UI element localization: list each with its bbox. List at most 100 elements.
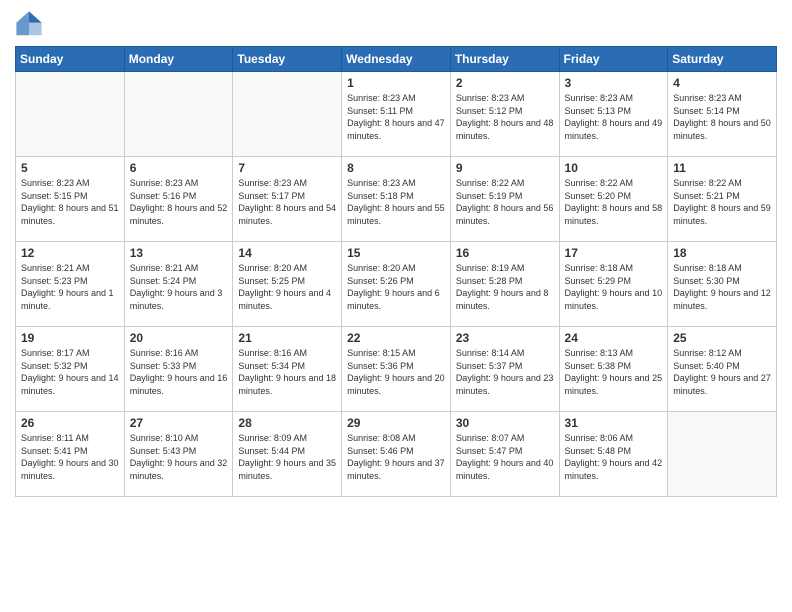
day-number: 27 <box>130 416 228 430</box>
day-number: 26 <box>21 416 119 430</box>
calendar-cell: 24 Sunrise: 8:13 AM Sunset: 5:38 PM Dayli… <box>559 327 668 412</box>
day-header-thursday: Thursday <box>450 47 559 72</box>
day-number: 25 <box>673 331 771 345</box>
week-row-2: 12Sunrise: 8:21 AM Sunset: 5:23 PM Dayli… <box>16 242 777 327</box>
calendar-cell: 25 Sunrise: 8:12 AM Sunset: 5:40 PM Dayli… <box>668 327 777 412</box>
day-info: Sunrise: 8:23 AM Sunset: 5:12 PM Dayligh… <box>456 92 554 142</box>
day-info: Sunrise: 8:23 AM Sunset: 5:17 PM Dayligh… <box>238 177 336 227</box>
calendar-cell: 1 Sunrise: 8:23 AM Sunset: 5:11 PM Daylig… <box>342 72 451 157</box>
day-number: 22 <box>347 331 445 345</box>
calendar-cell: 20 Sunrise: 8:16 AM Sunset: 5:33 PM Dayli… <box>124 327 233 412</box>
day-info: Sunrise: 8:21 AM Sunset: 5:23 PM Dayligh… <box>21 262 119 312</box>
day-header-sunday: Sunday <box>16 47 125 72</box>
day-info: Sunrise: 8:20 AM Sunset: 5:26 PM Dayligh… <box>347 262 445 312</box>
calendar-cell: 12Sunrise: 8:21 AM Sunset: 5:23 PM Dayli… <box>16 242 125 327</box>
day-number: 10 <box>565 161 663 175</box>
day-info: Sunrise: 8:09 AM Sunset: 5:44 PM Dayligh… <box>238 432 336 482</box>
calendar-cell <box>233 72 342 157</box>
day-header-wednesday: Wednesday <box>342 47 451 72</box>
calendar-cell: 17 Sunrise: 8:18 AM Sunset: 5:29 PM Dayli… <box>559 242 668 327</box>
calendar-cell: 26 Sunrise: 8:11 AM Sunset: 5:41 PM Dayli… <box>16 412 125 497</box>
day-number: 6 <box>130 161 228 175</box>
calendar-cell: 22 Sunrise: 8:15 AM Sunset: 5:36 PM Dayli… <box>342 327 451 412</box>
calendar-cell: 27 Sunrise: 8:10 AM Sunset: 5:43 PM Dayli… <box>124 412 233 497</box>
day-number: 11 <box>673 161 771 175</box>
calendar-cell: 13Sunrise: 8:21 AM Sunset: 5:24 PM Dayli… <box>124 242 233 327</box>
logo-icon <box>15 10 43 38</box>
day-number: 24 <box>565 331 663 345</box>
week-row-1: 5 Sunrise: 8:23 AM Sunset: 5:15 PM Daylig… <box>16 157 777 242</box>
logo <box>15 10 47 38</box>
day-info: Sunrise: 8:23 AM Sunset: 5:11 PM Dayligh… <box>347 92 445 142</box>
day-number: 20 <box>130 331 228 345</box>
calendar-cell: 9 Sunrise: 8:22 AM Sunset: 5:19 PM Daylig… <box>450 157 559 242</box>
day-info: Sunrise: 8:23 AM Sunset: 5:15 PM Dayligh… <box>21 177 119 227</box>
calendar-cell: 31Sunrise: 8:06 AM Sunset: 5:48 PM Dayli… <box>559 412 668 497</box>
day-number: 3 <box>565 76 663 90</box>
day-number: 19 <box>21 331 119 345</box>
calendar-cell: 21 Sunrise: 8:16 AM Sunset: 5:34 PM Dayli… <box>233 327 342 412</box>
day-info: Sunrise: 8:22 AM Sunset: 5:19 PM Dayligh… <box>456 177 554 227</box>
week-row-4: 26 Sunrise: 8:11 AM Sunset: 5:41 PM Dayli… <box>16 412 777 497</box>
day-number: 8 <box>347 161 445 175</box>
day-info: Sunrise: 8:16 AM Sunset: 5:34 PM Dayligh… <box>238 347 336 397</box>
day-number: 5 <box>21 161 119 175</box>
day-info: Sunrise: 8:08 AM Sunset: 5:46 PM Dayligh… <box>347 432 445 482</box>
header-row: SundayMondayTuesdayWednesdayThursdayFrid… <box>16 47 777 72</box>
day-number: 28 <box>238 416 336 430</box>
header <box>15 10 777 38</box>
day-info: Sunrise: 8:22 AM Sunset: 5:20 PM Dayligh… <box>565 177 663 227</box>
day-info: Sunrise: 8:12 AM Sunset: 5:40 PM Dayligh… <box>673 347 771 397</box>
day-number: 1 <box>347 76 445 90</box>
calendar-cell: 18Sunrise: 8:18 AM Sunset: 5:30 PM Dayli… <box>668 242 777 327</box>
calendar-table: SundayMondayTuesdayWednesdayThursdayFrid… <box>15 46 777 497</box>
day-info: Sunrise: 8:23 AM Sunset: 5:14 PM Dayligh… <box>673 92 771 142</box>
day-info: Sunrise: 8:20 AM Sunset: 5:25 PM Dayligh… <box>238 262 336 312</box>
day-number: 29 <box>347 416 445 430</box>
week-row-3: 19 Sunrise: 8:17 AM Sunset: 5:32 PM Dayli… <box>16 327 777 412</box>
day-number: 23 <box>456 331 554 345</box>
day-number: 21 <box>238 331 336 345</box>
day-number: 14 <box>238 246 336 260</box>
calendar-cell: 15 Sunrise: 8:20 AM Sunset: 5:26 PM Dayli… <box>342 242 451 327</box>
day-number: 18 <box>673 246 771 260</box>
day-header-saturday: Saturday <box>668 47 777 72</box>
calendar-cell: 16Sunrise: 8:19 AM Sunset: 5:28 PM Dayli… <box>450 242 559 327</box>
calendar-cell: 14 Sunrise: 8:20 AM Sunset: 5:25 PM Dayli… <box>233 242 342 327</box>
day-number: 4 <box>673 76 771 90</box>
day-number: 2 <box>456 76 554 90</box>
day-info: Sunrise: 8:23 AM Sunset: 5:13 PM Dayligh… <box>565 92 663 142</box>
calendar-cell: 23Sunrise: 8:14 AM Sunset: 5:37 PM Dayli… <box>450 327 559 412</box>
day-number: 15 <box>347 246 445 260</box>
calendar-cell: 19 Sunrise: 8:17 AM Sunset: 5:32 PM Dayli… <box>16 327 125 412</box>
calendar-cell: 5 Sunrise: 8:23 AM Sunset: 5:15 PM Daylig… <box>16 157 125 242</box>
day-header-monday: Monday <box>124 47 233 72</box>
calendar-cell: 4 Sunrise: 8:23 AM Sunset: 5:14 PM Daylig… <box>668 72 777 157</box>
day-info: Sunrise: 8:17 AM Sunset: 5:32 PM Dayligh… <box>21 347 119 397</box>
day-number: 7 <box>238 161 336 175</box>
calendar-cell <box>668 412 777 497</box>
day-info: Sunrise: 8:23 AM Sunset: 5:18 PM Dayligh… <box>347 177 445 227</box>
day-info: Sunrise: 8:11 AM Sunset: 5:41 PM Dayligh… <box>21 432 119 482</box>
calendar-cell: 28 Sunrise: 8:09 AM Sunset: 5:44 PM Dayli… <box>233 412 342 497</box>
calendar-cell: 30 Sunrise: 8:07 AM Sunset: 5:47 PM Dayli… <box>450 412 559 497</box>
week-row-0: 1 Sunrise: 8:23 AM Sunset: 5:11 PM Daylig… <box>16 72 777 157</box>
calendar-cell: 6 Sunrise: 8:23 AM Sunset: 5:16 PM Daylig… <box>124 157 233 242</box>
day-info: Sunrise: 8:19 AM Sunset: 5:28 PM Dayligh… <box>456 262 554 312</box>
day-number: 17 <box>565 246 663 260</box>
calendar-cell: 3 Sunrise: 8:23 AM Sunset: 5:13 PM Daylig… <box>559 72 668 157</box>
day-info: Sunrise: 8:23 AM Sunset: 5:16 PM Dayligh… <box>130 177 228 227</box>
day-info: Sunrise: 8:18 AM Sunset: 5:29 PM Dayligh… <box>565 262 663 312</box>
day-info: Sunrise: 8:13 AM Sunset: 5:38 PM Dayligh… <box>565 347 663 397</box>
calendar-cell: 8 Sunrise: 8:23 AM Sunset: 5:18 PM Daylig… <box>342 157 451 242</box>
day-number: 30 <box>456 416 554 430</box>
day-info: Sunrise: 8:16 AM Sunset: 5:33 PM Dayligh… <box>130 347 228 397</box>
day-info: Sunrise: 8:07 AM Sunset: 5:47 PM Dayligh… <box>456 432 554 482</box>
day-info: Sunrise: 8:10 AM Sunset: 5:43 PM Dayligh… <box>130 432 228 482</box>
day-header-tuesday: Tuesday <box>233 47 342 72</box>
day-header-friday: Friday <box>559 47 668 72</box>
day-number: 9 <box>456 161 554 175</box>
day-info: Sunrise: 8:15 AM Sunset: 5:36 PM Dayligh… <box>347 347 445 397</box>
day-info: Sunrise: 8:06 AM Sunset: 5:48 PM Dayligh… <box>565 432 663 482</box>
calendar-cell: 7 Sunrise: 8:23 AM Sunset: 5:17 PM Daylig… <box>233 157 342 242</box>
